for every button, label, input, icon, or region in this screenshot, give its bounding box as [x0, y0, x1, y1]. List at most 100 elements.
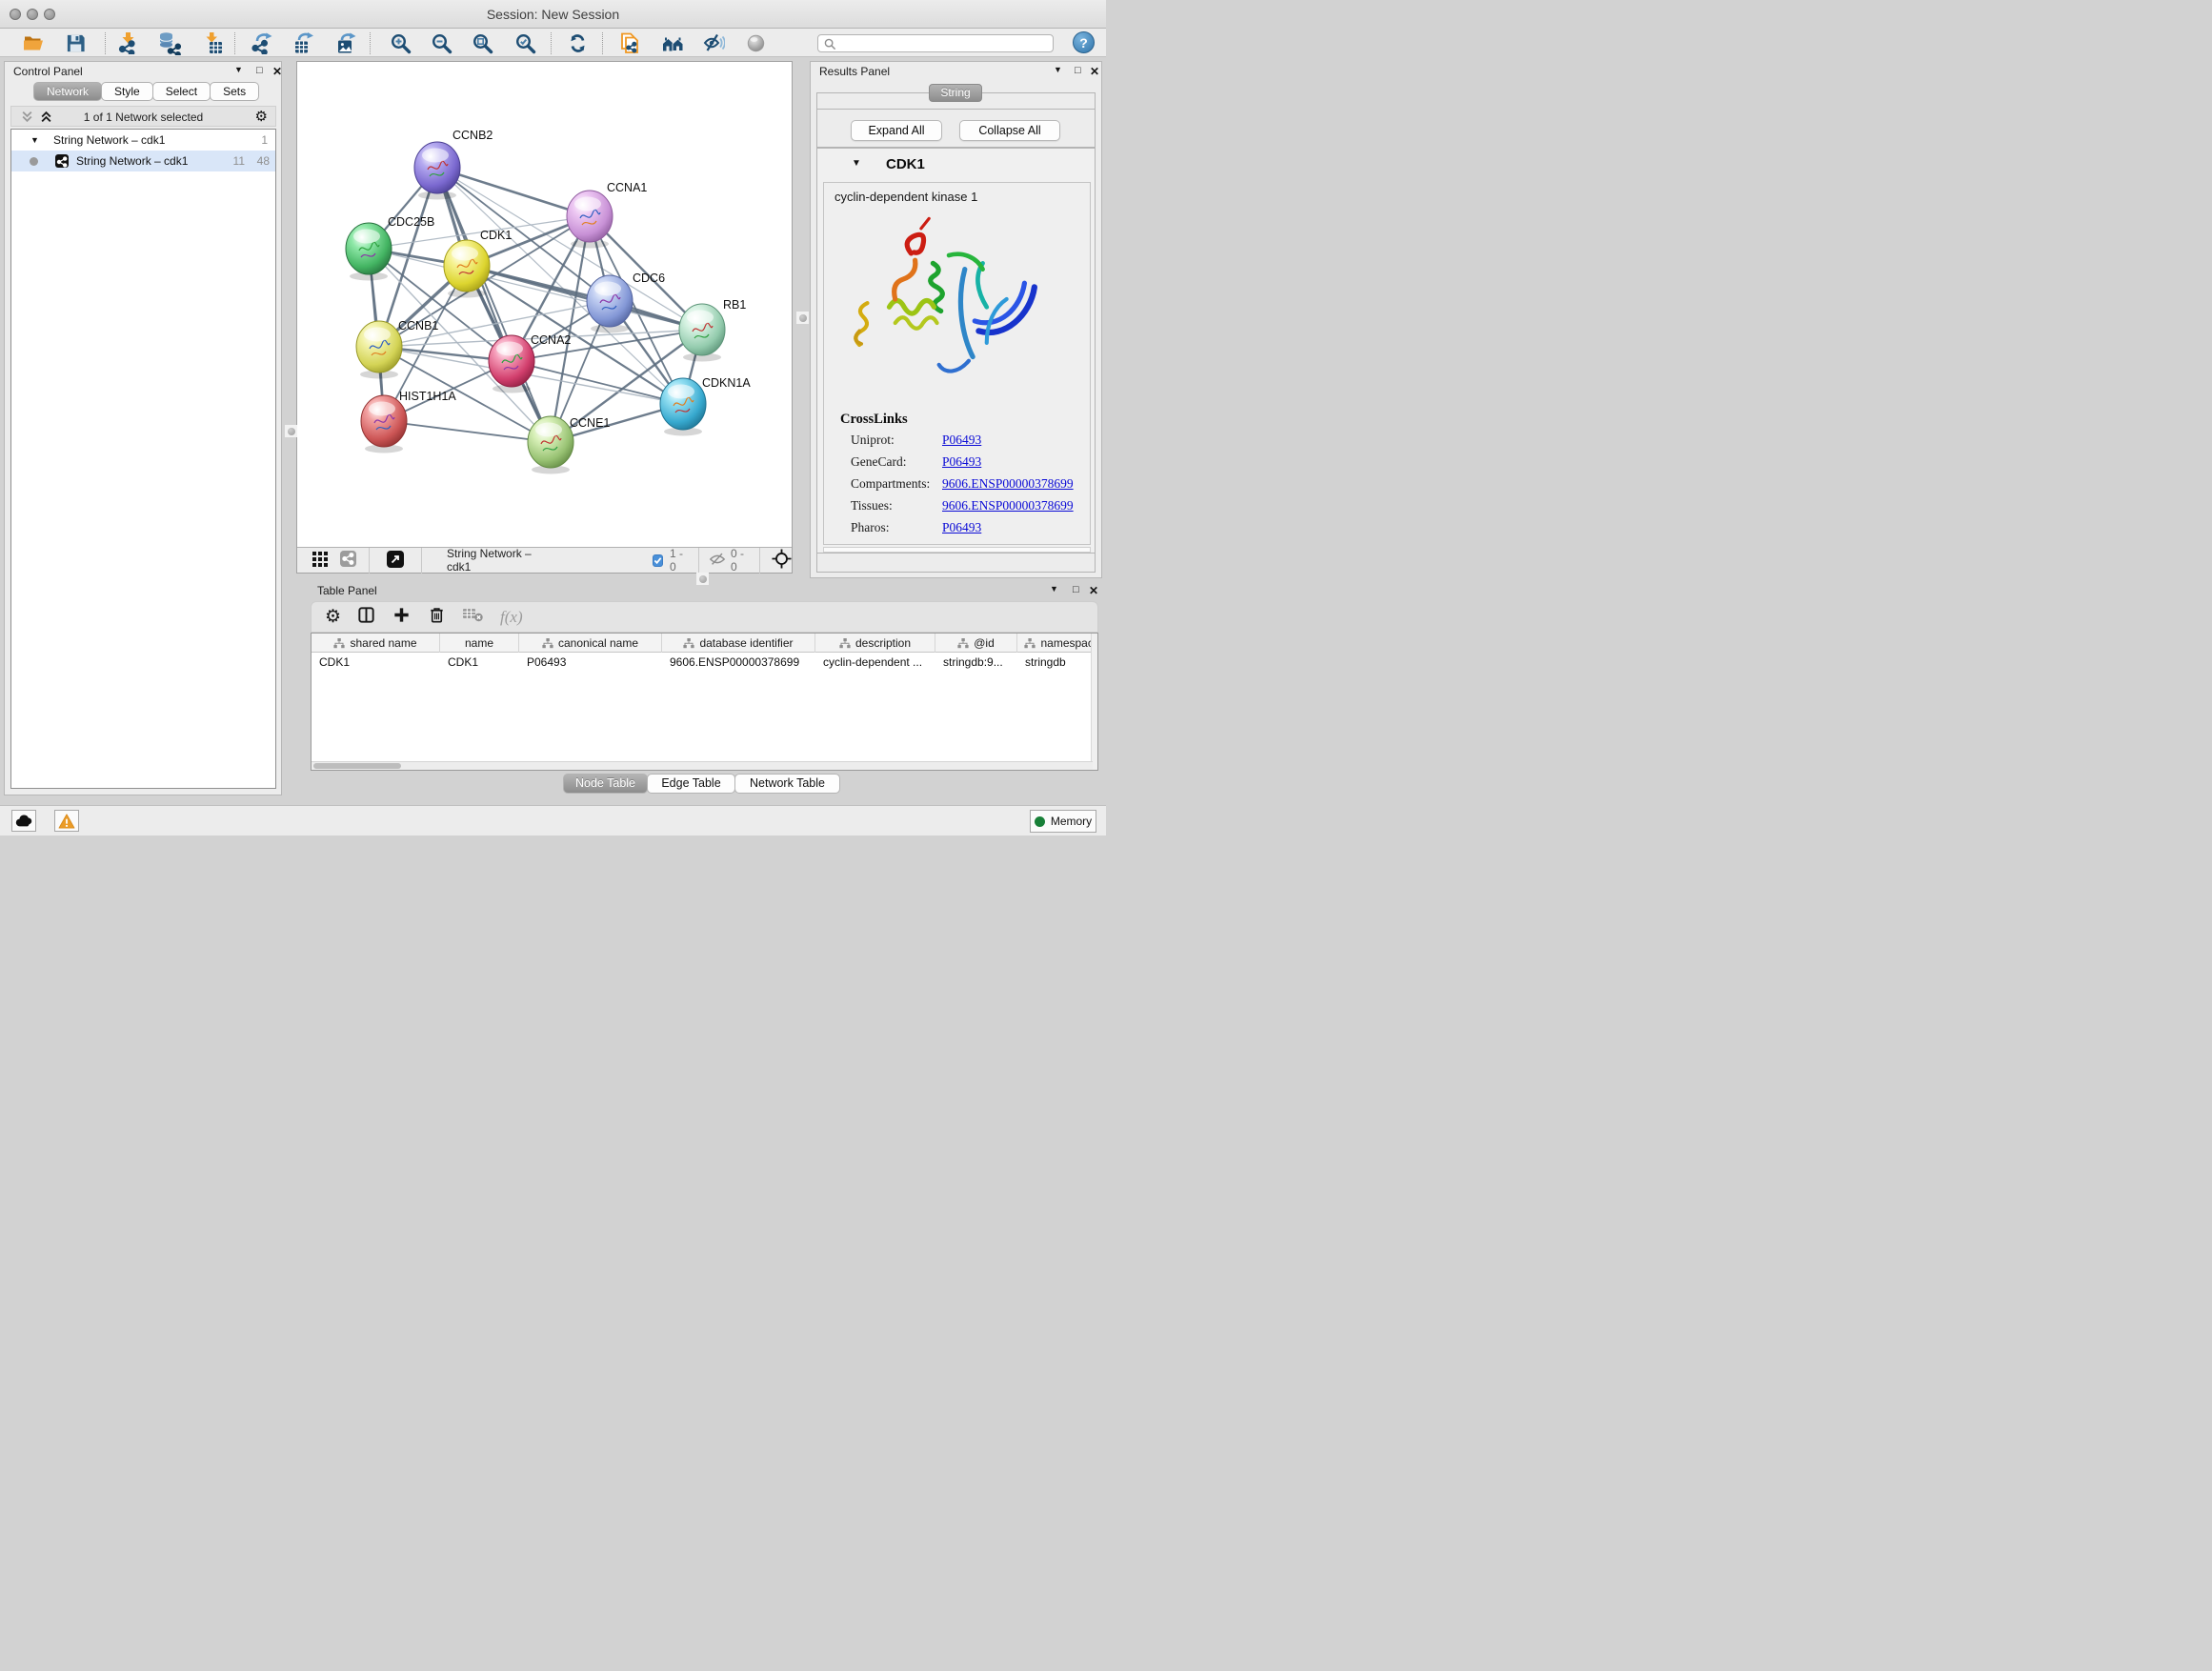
network-edge[interactable] [384, 421, 551, 442]
import-network-from-database-icon[interactable] [156, 30, 181, 55]
tab-sets[interactable]: Sets [210, 82, 259, 101]
crosslink-uniprot-link[interactable]: P06493 [942, 433, 981, 448]
help-icon[interactable]: ? [1073, 31, 1095, 53]
network-node-CCNA1[interactable]: CCNA1 [567, 181, 647, 249]
table-cell[interactable]: CDK1 [440, 653, 519, 672]
table-cell[interactable]: stringdb:9... [935, 653, 1017, 672]
collection-count: 1 [261, 130, 268, 151]
close-panel-icon[interactable]: ✕ [272, 65, 282, 78]
network-edge-count: 48 [257, 151, 270, 171]
share-document-icon[interactable] [617, 30, 642, 55]
table-vertical-scrollbar[interactable] [1091, 634, 1097, 771]
export-table-icon[interactable] [292, 30, 316, 55]
column-header-database-identifier[interactable]: database identifier [662, 634, 815, 653]
network-node-HIST1H1A[interactable]: HIST1H1A [361, 390, 456, 453]
save-session-icon[interactable] [63, 30, 88, 55]
right-splitter-grip[interactable] [796, 312, 809, 324]
network-canvas[interactable]: CCNB2CCNA1CDC25BCDK1CDC6RB1CCNB1CCNA2CDK… [296, 61, 793, 574]
table-row[interactable]: CDK1CDK1P064939606.ENSP00000378699cyclin… [312, 653, 1097, 672]
birdseye-grid-icon[interactable] [312, 552, 328, 570]
section-expand-icon[interactable]: ▼ [852, 158, 861, 169]
crosslink-label: GeneCard: [851, 454, 906, 469]
network-node-CCNE1[interactable]: CCNE1 [528, 416, 610, 474]
table-panel-title: Table Panel [317, 584, 377, 597]
column-header-namespace[interactable]: namespace [1017, 634, 1098, 653]
cloud-button[interactable] [11, 810, 36, 832]
float-panel-icon[interactable]: □ [256, 65, 263, 76]
delete-column-icon[interactable] [427, 605, 447, 630]
window-titlebar: Session: New Session [0, 0, 1106, 29]
import-table-icon[interactable] [200, 30, 225, 55]
table-horizontal-scrollbar[interactable] [312, 761, 1093, 770]
tab-style[interactable]: Style [101, 82, 153, 101]
table-cell[interactable]: cyclin-dependent ... [815, 653, 935, 672]
tab-network-table[interactable]: Network Table [734, 774, 840, 794]
add-column-icon[interactable] [392, 605, 412, 630]
selected-checkbox-icon[interactable] [653, 554, 663, 567]
table-options-gear-icon[interactable]: ⚙ [325, 608, 341, 626]
import-network-icon[interactable] [116, 30, 141, 55]
delete-table-icon [462, 605, 485, 629]
tab-node-table[interactable]: Node Table [563, 774, 648, 794]
crosslink-tissues-link[interactable]: 9606.ENSP00000378699 [942, 498, 1074, 513]
table-cell[interactable]: P06493 [519, 653, 662, 672]
column-header-shared-name[interactable]: shared name [312, 634, 440, 653]
expand-all-button[interactable]: Expand All [851, 120, 942, 141]
network-row[interactable]: String Network – cdk1 11 48 [11, 151, 275, 171]
zoom-selected-icon[interactable] [513, 30, 537, 55]
refresh-icon[interactable] [565, 30, 590, 55]
open-session-icon[interactable] [21, 30, 46, 55]
network-edge[interactable] [437, 168, 590, 216]
memory-button[interactable]: Memory [1030, 810, 1096, 833]
network-node-CCNB1[interactable]: CCNB1 [356, 319, 438, 379]
warning-button[interactable] [54, 810, 79, 832]
tab-edge-table[interactable]: Edge Table [647, 774, 735, 794]
home-icon[interactable] [660, 30, 685, 55]
zoom-fit-icon[interactable] [470, 30, 494, 55]
float-panel-icon[interactable]: □ [1073, 584, 1079, 595]
column-header--id[interactable]: @id [935, 634, 1017, 653]
column-header-description[interactable]: description [815, 634, 935, 653]
zoom-in-icon[interactable] [388, 30, 412, 55]
crosslink-pharos-link[interactable]: P06493 [942, 520, 981, 535]
table-cell[interactable]: stringdb [1017, 653, 1098, 672]
close-panel-icon[interactable]: ✕ [1089, 584, 1098, 597]
float-panel-icon[interactable]: □ [1075, 65, 1081, 76]
network-node-CCNB2[interactable]: CCNB2 [414, 129, 493, 200]
crosslink-genecard-link[interactable]: P06493 [942, 454, 981, 470]
bottom-splitter-grip[interactable] [696, 573, 709, 585]
hide-eye-icon[interactable] [701, 30, 726, 55]
collapse-panel-icon[interactable]: ▼ [1050, 584, 1058, 594]
network-options-gear-icon[interactable]: ⚙ [255, 108, 268, 125]
column-header-name[interactable]: name [440, 634, 519, 653]
tab-select[interactable]: Select [152, 82, 211, 101]
table-cell[interactable]: 9606.ENSP00000378699 [662, 653, 815, 672]
zoom-out-icon[interactable] [429, 30, 453, 55]
tab-string[interactable]: String [929, 84, 982, 102]
network-node-CDKN1A[interactable]: CDKN1A [660, 376, 751, 436]
network-share-toggle-icon[interactable] [340, 551, 356, 570]
birdseye-crosshair-icon[interactable] [772, 549, 792, 572]
left-splitter-grip[interactable] [285, 425, 297, 437]
export-image-icon[interactable] [333, 30, 358, 55]
search-input[interactable] [839, 35, 1049, 51]
network-collection-row[interactable]: ▼ String Network – cdk1 1 [11, 130, 275, 151]
close-panel-icon[interactable]: ✕ [1090, 65, 1099, 78]
tab-network[interactable]: Network [33, 82, 102, 101]
network-node-RB1[interactable]: RB1 [679, 298, 746, 362]
table-cell[interactable]: CDK1 [312, 653, 440, 672]
collapse-panel-icon[interactable]: ▼ [1054, 65, 1062, 74]
collection-expand-icon[interactable]: ▼ [30, 130, 39, 151]
collapse-all-button[interactable]: Collapse All [959, 120, 1060, 141]
show-columns-icon[interactable] [356, 605, 376, 630]
network-edge[interactable] [467, 266, 702, 330]
open-in-window-icon[interactable] [387, 551, 404, 571]
collapse-panel-icon[interactable]: ▼ [234, 65, 243, 74]
crosslink-compartments-link[interactable]: 9606.ENSP00000378699 [942, 476, 1074, 492]
export-network-icon[interactable] [250, 30, 274, 55]
gray-orb-icon[interactable] [743, 30, 768, 55]
gene-section-header[interactable]: ▼ CDK1 [817, 149, 1095, 181]
column-header-canonical-name[interactable]: canonical name [519, 634, 662, 653]
network-node-CCNA2[interactable]: CCNA2 [489, 333, 571, 393]
scrollbar-thumb[interactable] [313, 763, 401, 769]
